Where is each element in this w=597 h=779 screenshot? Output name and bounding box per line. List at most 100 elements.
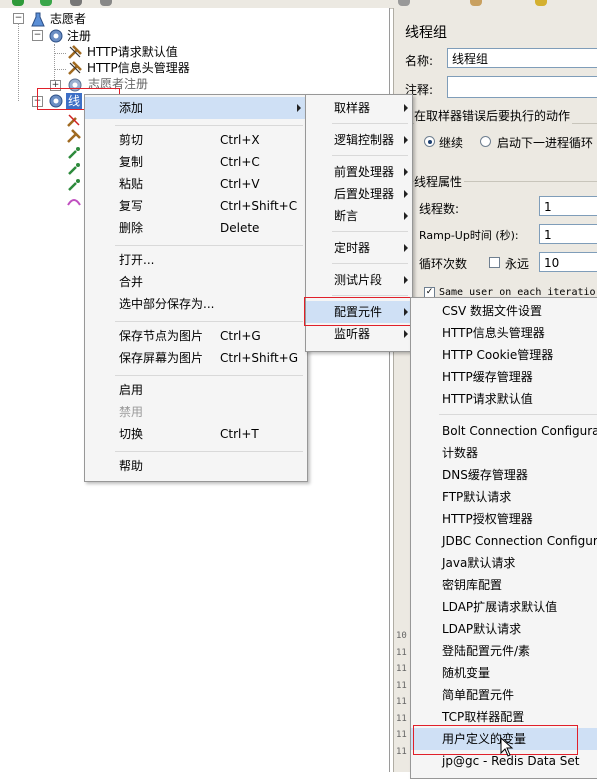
rampup-label: Ramp-Up时间 (秒): [419,229,519,242]
add-submenu: 取样器 逻辑控制器 前置处理器 后置处理器 断言 定时器 测试片段 配置元件 监… [305,94,413,352]
shortcut-duplicate: Ctrl+Shift+C [220,199,298,213]
log-panel: 10 11 11 11 11 11 11 11 [396,628,410,760]
rampup-field[interactable]: 1 [539,224,597,244]
comment-field[interactable] [447,76,597,98]
submenu-item-sampler[interactable]: 取样器 [334,97,370,119]
log-line: 11 [396,680,407,691]
config-item-http-auth[interactable]: HTTP授权管理器 [442,508,533,530]
tree-item-label[interactable]: 注册 [67,28,91,45]
forever-checkbox[interactable] [489,257,500,268]
submenu-item-listener[interactable]: 监听器 [334,323,370,345]
radio-next-loop-label: 启动下一进程循环 [497,136,594,150]
config-item-ldap-ext[interactable]: LDAP扩展请求默认值 [442,596,557,618]
config-item-jdbc[interactable]: JDBC Connection Configura [442,530,597,552]
radio-continue[interactable] [424,136,435,147]
loop-count-label: 循环次数 [419,257,468,271]
gear-icon [49,94,63,108]
shortcut-paste: Ctrl+V [220,177,260,191]
loop-count-field[interactable]: 10 [539,252,597,272]
menu-item-save-selection[interactable]: 选中部分保存为... [119,293,214,315]
config-item-http-header[interactable]: HTTP信息头管理器 [442,322,545,344]
config-item-http-defaults[interactable]: HTTP请求默认值 [442,388,533,410]
shutdown-icon[interactable] [100,0,112,6]
submenu-arrow-icon [404,136,408,144]
menu-item-enable[interactable]: 启用 [119,379,143,401]
wrench-icon [67,114,80,127]
gear-icon [49,29,63,43]
warning-icon[interactable] [535,0,547,6]
submenu-item-post-processor[interactable]: 后置处理器 [334,183,394,205]
search-icon[interactable] [470,0,482,6]
submenu-arrow-icon [404,308,408,316]
menu-item-save-screen-image[interactable]: 保存屏幕为图片 [119,347,203,369]
menu-item-save-node-image[interactable]: 保存节点为图片 [119,325,203,347]
submenu-item-test-fragment[interactable]: 测试片段 [334,269,382,291]
start-icon[interactable] [40,0,52,6]
thread-props-section: 线程属性 [414,173,465,190]
config-item-csv[interactable]: CSV 数据文件设置 [442,300,542,322]
submenu-item-timer[interactable]: 定时器 [334,237,370,259]
menu-item-duplicate[interactable]: 复写 [119,195,143,217]
log-line: 11 [396,713,407,724]
mouse-cursor-icon [500,737,514,757]
config-item-ftp[interactable]: FTP默认请求 [442,486,511,508]
menu-item-help[interactable]: 帮助 [119,455,143,477]
shortcut-copy: Ctrl+C [220,155,260,169]
error-action-section: 在取样器错误后要执行的动作 [414,107,573,124]
menu-item-toggle[interactable]: 切换 [119,423,143,445]
shortcut-delete: Delete [220,221,260,235]
threads-field[interactable]: 1 [539,196,597,216]
config-item-keystore[interactable]: 密钥库配置 [442,574,502,596]
submenu-item-logic-controller[interactable]: 逻辑控制器 [334,129,394,151]
submenu-item-pre-processor[interactable]: 前置处理器 [334,161,394,183]
config-item-http-cache[interactable]: HTTP缓存管理器 [442,366,533,388]
run-icon[interactable] [12,0,24,6]
log-line: 11 [396,730,407,740]
submenu-item-config-element[interactable]: 配置元件 [334,301,382,323]
threads-label: 线程数: [419,202,460,216]
config-item-http-cookie[interactable]: HTTP Cookie管理器 [442,344,553,366]
pipette-icon [68,179,80,191]
collapse-toggle[interactable]: − [32,30,43,41]
shortcut-save-screen-image: Ctrl+Shift+G [220,351,299,365]
config-item-dns-cache[interactable]: DNS缓存管理器 [442,464,528,486]
log-line: 11 [396,664,407,674]
menu-item-cut[interactable]: 剪切 [119,129,143,151]
shortcut-toggle: Ctrl+T [220,427,259,441]
menu-item-merge[interactable]: 合并 [119,271,143,293]
menu-item-disable: 禁用 [119,405,144,419]
wrench-icon [68,45,82,59]
menu-item-copy[interactable]: 复制 [119,151,143,173]
tree-root-label[interactable]: 志愿者 [50,11,86,28]
config-item-counter[interactable]: 计数器 [442,442,478,464]
wrench-icon [67,129,81,143]
config-item-random-variable[interactable]: 随机变量 [442,662,490,684]
menu-item-paste[interactable]: 粘贴 [119,173,143,195]
name-field[interactable]: 线程组 [447,48,597,68]
config-item-java-defaults[interactable]: Java默认请求 [442,552,515,574]
tree-item-label[interactable]: 志愿者注册 [88,76,148,93]
tree-item-label[interactable]: HTTP请求默认值 [87,44,178,61]
submenu-arrow-icon [404,212,408,220]
submenu-arrow-icon [404,276,408,284]
config-item-ldap[interactable]: LDAP默认请求 [442,618,521,640]
panel-title: 线程组 [405,25,447,41]
menu-item-add[interactable]: 添加 [119,97,143,119]
collapse-toggle[interactable]: − [32,96,43,107]
tree-item-label[interactable]: HTTP信息头管理器 [87,60,190,77]
config-item-bolt[interactable]: Bolt Connection Configurat [442,420,597,442]
radio-next-loop[interactable] [480,136,491,147]
stop-icon[interactable] [70,0,82,6]
menu-item-open[interactable]: 打开... [119,249,154,271]
submenu-item-assertion[interactable]: 断言 [334,205,358,227]
config-item-simple-config[interactable]: 简单配置元件 [442,684,514,706]
clear-icon[interactable] [398,0,410,6]
flask-icon [31,12,45,27]
pipette-icon [68,163,80,175]
menu-item-delete[interactable]: 删除 [119,217,143,239]
expand-toggle[interactable]: + [50,80,61,91]
tree-item-selected[interactable]: 线 [66,93,83,110]
gear-icon [68,78,82,92]
config-item-tcp-sampler[interactable]: TCP取样器配置 [442,706,524,728]
config-item-login[interactable]: 登陆配置元件/素 [442,640,530,662]
